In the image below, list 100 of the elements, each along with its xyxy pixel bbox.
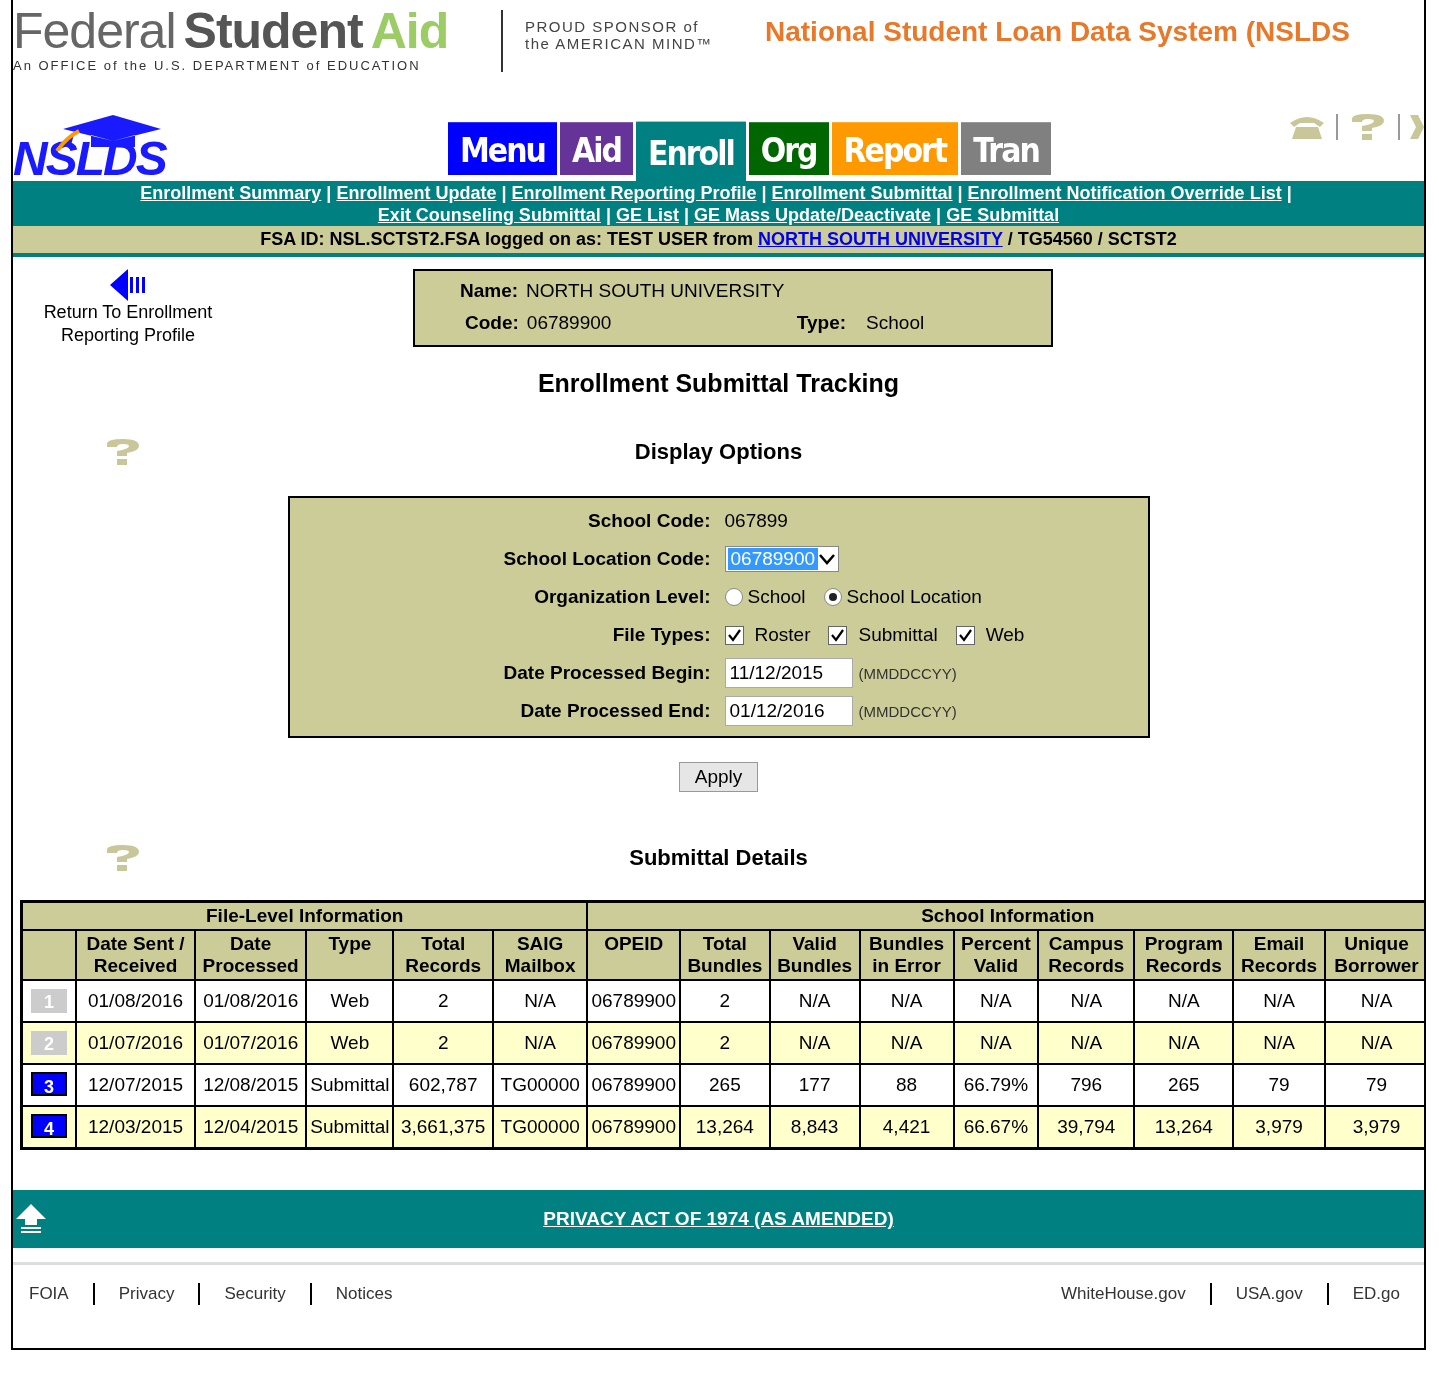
nav-tab[interactable]: Menu <box>448 122 557 175</box>
brand-word: Aid <box>370 6 449 56</box>
date-field[interactable]: 11/12/2015 <box>724 658 853 688</box>
subnav-link[interactable]: Enrollment Reporting Profile <box>511 182 757 204</box>
date-format-hint: (MMDDCCYY) <box>858 664 957 682</box>
column-header: Valid Bundles <box>769 930 860 980</box>
school-link[interactable]: NORTH SOUTH UNIVERSITY <box>757 229 1003 249</box>
table-cell: 66.67% <box>953 1106 1039 1149</box>
table-cell: 3,661,375 <box>393 1106 493 1149</box>
subnav-link[interactable]: GE Mass Update/Deactivate <box>694 204 932 226</box>
table-cell: 39,794 <box>1038 1106 1135 1149</box>
link-separator: | <box>957 182 963 204</box>
checkbox-label: Web <box>985 624 1025 646</box>
sponsor-text: PROUD SPONSOR of <box>525 18 701 35</box>
checkbox[interactable] <box>955 625 975 645</box>
table-cell: 3,979 <box>1233 1106 1326 1149</box>
radio-label: School <box>747 586 806 608</box>
table-cell: 4,421 <box>859 1106 954 1149</box>
footer-link[interactable]: WhiteHouse.gov <box>1036 1283 1212 1305</box>
footer-link[interactable]: Security <box>200 1283 312 1305</box>
footer-link[interactable]: ED.go <box>1328 1283 1424 1305</box>
privacy-link[interactable]: PRIVACY ACT OF 1974 (AS AMENDED) <box>543 1208 894 1230</box>
column-header: Total Records <box>393 930 493 980</box>
brand-word: Federal <box>13 6 176 56</box>
checkbox-label: Submittal <box>858 624 938 646</box>
link-separator: | <box>501 182 507 204</box>
column-header: Total Bundles <box>680 930 770 980</box>
table-cell: 12/03/2015 <box>76 1106 196 1149</box>
back-arrow-icon[interactable] <box>110 269 146 301</box>
checkbox[interactable] <box>724 625 744 645</box>
link-separator: | <box>1286 182 1292 204</box>
radio-button[interactable] <box>724 588 743 606</box>
footer-link[interactable]: USA.gov <box>1211 1283 1329 1305</box>
group-header: File-Level Information <box>21 901 588 930</box>
sponsor-text: the AMERICAN MIND™ <box>525 35 714 52</box>
field-value: 06789900 <box>526 311 613 335</box>
page-title: Enrollment Submittal Tracking <box>536 369 901 398</box>
table-cell: 2 <box>680 1022 770 1064</box>
section-title: Display Options <box>634 439 803 465</box>
subnav-link[interactable]: GE List <box>615 204 679 226</box>
column-header: Program Records <box>1134 930 1234 980</box>
field-value: School <box>866 311 925 335</box>
checkbox-label: Roster <box>754 624 811 646</box>
table-cell: N/A <box>1233 1022 1326 1064</box>
column-header: Campus Records <box>1038 930 1135 980</box>
table-cell: N/A <box>769 1022 860 1064</box>
link-separator: | <box>326 182 332 204</box>
table-cell: N/A <box>1038 1022 1135 1064</box>
footer-link[interactable]: Privacy <box>94 1283 201 1305</box>
field-label: School Code: <box>587 510 711 532</box>
table-cell: N/A <box>492 1022 588 1064</box>
subnav-link[interactable]: Enrollment Submittal <box>771 182 953 204</box>
return-link[interactable]: Return To Enrollment Reporting Profile <box>28 301 228 347</box>
date-field[interactable]: 01/12/2016 <box>724 696 853 726</box>
field-label: Organization Level: <box>533 586 711 608</box>
column-header: OPEID <box>587 930 680 980</box>
subnav-link[interactable]: Exit Counseling Submittal <box>377 204 601 226</box>
table-cell: 01/07/2016 <box>76 1022 196 1064</box>
table-cell: 01/07/2016 <box>195 1022 307 1064</box>
table-cell: N/A <box>953 1022 1039 1064</box>
table-cell: Web <box>306 1022 394 1064</box>
section-title: Submittal Details <box>629 845 808 871</box>
table-cell: 8,843 <box>769 1106 860 1149</box>
up-arrow-icon[interactable] <box>15 1203 47 1233</box>
link-separator: | <box>605 204 611 226</box>
subnav-link[interactable]: GE Submittal <box>946 204 1060 226</box>
field-label: Type: <box>796 311 847 335</box>
brand-subtitle: An OFFICE of the U.S. DEPARTMENT of EDUCATION <box>13 58 422 73</box>
field-label: Date Processed Begin: <box>502 662 711 684</box>
footer-link[interactable]: Notices <box>311 1283 417 1305</box>
field-label: School Location Code: <box>502 548 711 570</box>
field-value: NORTH SOUTH UNIVERSITY <box>526 279 785 303</box>
nav-tab[interactable]: Tran <box>961 122 1051 175</box>
table-cell: TG00000 <box>492 1106 588 1149</box>
apply-button[interactable]: Apply <box>678 762 759 792</box>
subnav-link[interactable]: Enrollment Update <box>336 182 497 204</box>
nav-tab[interactable]: Enroll <box>635 121 746 181</box>
table-cell: 13,264 <box>1134 1106 1234 1149</box>
column-header: Date Processed <box>195 930 307 980</box>
radio-label: School Location <box>846 586 982 608</box>
subnav-link[interactable]: Enrollment Notification Override List <box>967 182 1282 204</box>
column-header: Email Records <box>1233 930 1326 980</box>
table-cell: Submittal <box>306 1106 394 1149</box>
date-format-hint: (MMDDCCYY) <box>858 702 957 720</box>
subnav-link[interactable]: Enrollment Summary <box>140 182 322 204</box>
nav-tab[interactable]: Org <box>748 122 829 175</box>
row-number[interactable]: 4 <box>31 1114 67 1138</box>
footer-link[interactable]: FOIA <box>13 1283 95 1305</box>
row-number[interactable]: 3 <box>31 1072 67 1096</box>
field-label: File Types: <box>611 624 711 646</box>
caret-icon[interactable] <box>818 552 837 566</box>
table-cell: 12/04/2015 <box>195 1106 307 1149</box>
table-cell: N/A <box>1325 1022 1424 1064</box>
column-header: Unique Borrower <box>1325 930 1424 980</box>
nav-tab[interactable]: Aid <box>559 122 633 175</box>
table-cell: 06789900 <box>587 1106 680 1149</box>
field-label: Code: <box>465 311 519 335</box>
radio-button[interactable] <box>823 588 842 606</box>
group-header: School Information <box>587 901 1424 930</box>
checkbox[interactable] <box>828 625 848 645</box>
